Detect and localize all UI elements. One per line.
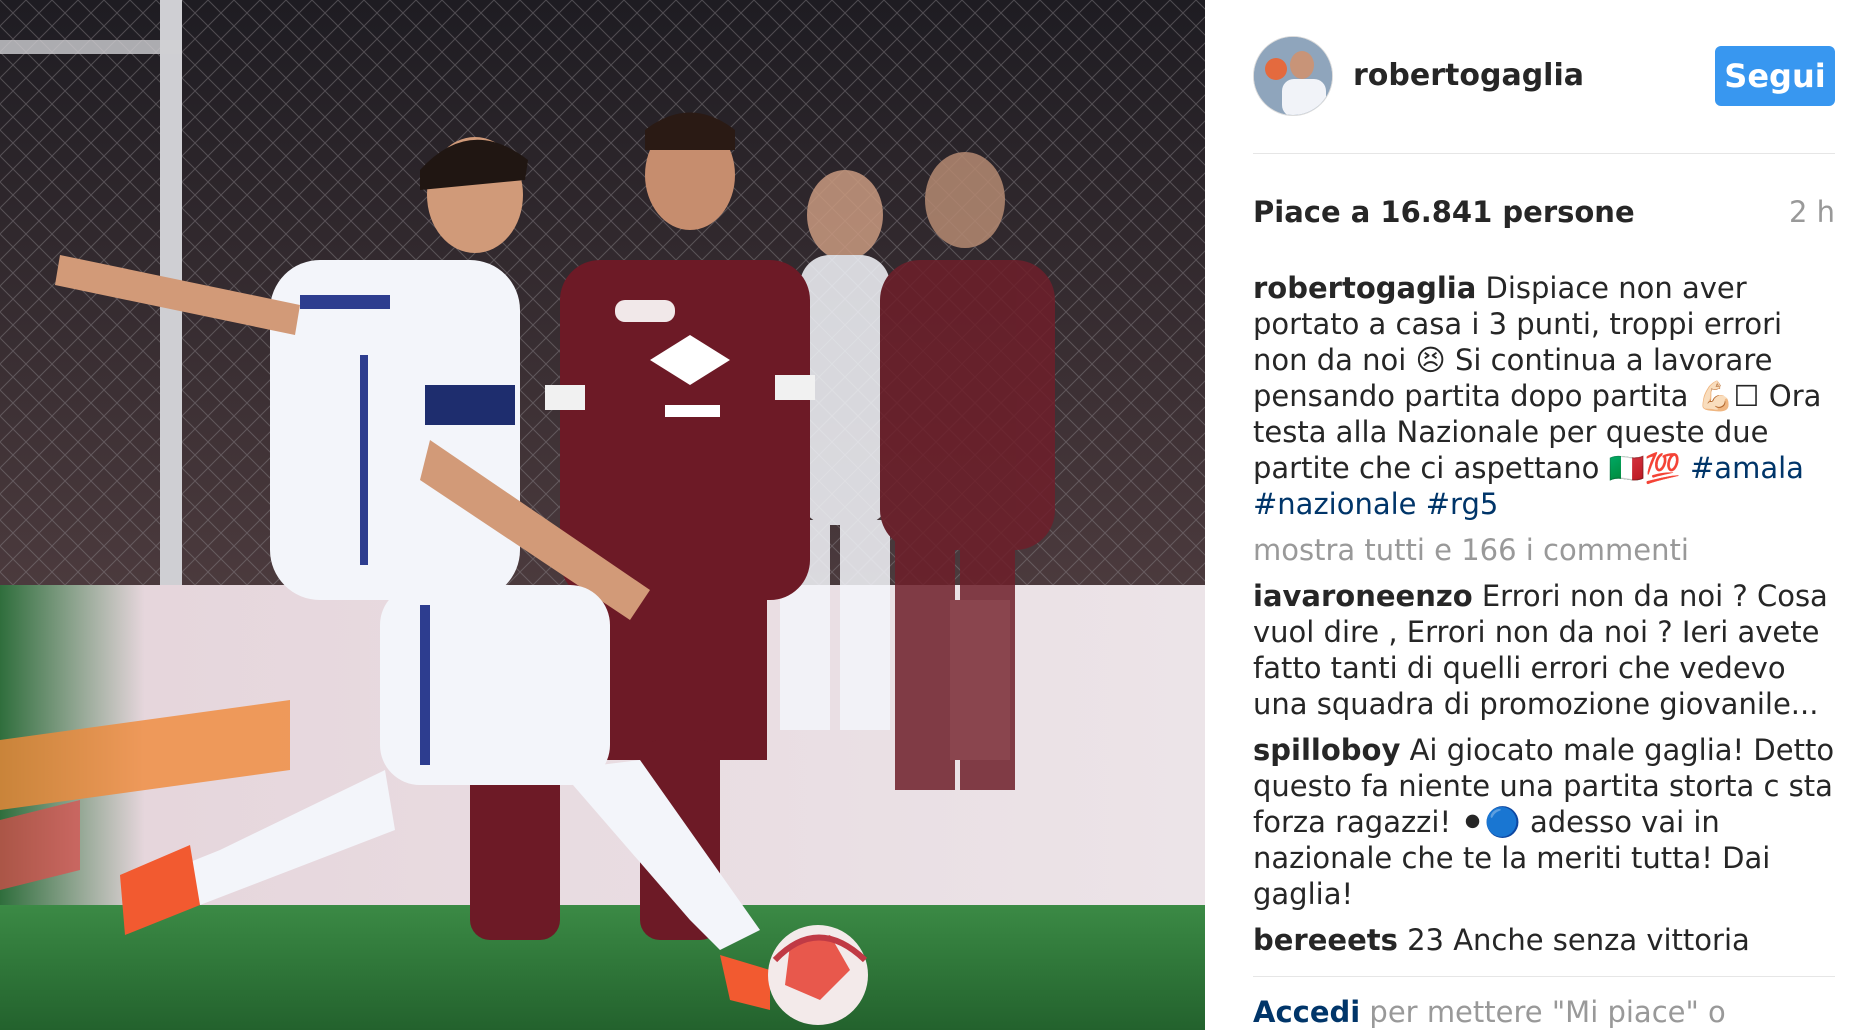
comment-text: 23 Anche senza vittoria	[1407, 923, 1750, 957]
comment-item: spilloboy Ai giocato male gaglia! Detto …	[1253, 732, 1843, 912]
avatar[interactable]	[1253, 36, 1333, 116]
header-divider	[1253, 153, 1835, 154]
login-link[interactable]: Accedi	[1253, 995, 1360, 1029]
sad-face-emoji: 😣	[1415, 343, 1446, 377]
footer-divider	[1253, 976, 1835, 977]
comment-author[interactable]: iavaroneenzo	[1253, 579, 1473, 613]
likes-count[interactable]: Piace a 16.841 persone	[1253, 195, 1635, 229]
post-header: robertogaglia Segui	[1253, 34, 1835, 120]
hashtag-link[interactable]: #amala	[1690, 451, 1804, 485]
hashtag-link[interactable]: #nazionale	[1253, 487, 1417, 521]
avatar-image	[1254, 37, 1332, 115]
flexed-biceps-emoji: 💪🏻	[1697, 379, 1734, 413]
italy-flag-emoji: 🇮🇹💯	[1608, 451, 1681, 485]
post-sidebar: robertogaglia Segui Piace a 16.841 perso…	[1205, 0, 1866, 1030]
comment-item: iavaroneenzo Errori non da noi ? Cosa vu…	[1253, 578, 1843, 722]
empty-box-glyph: ☐	[1733, 379, 1760, 413]
comment-author[interactable]: bereeets	[1253, 923, 1398, 957]
post-author-username[interactable]: robertogaglia	[1353, 58, 1584, 93]
hashtag-link[interactable]: #rg5	[1426, 487, 1499, 521]
likes-row: Piace a 16.841 persone 2 h	[1253, 195, 1835, 235]
comment-item: bereeets 23 Anche senza vittoria	[1253, 922, 1843, 958]
show-all-comments-link[interactable]: mostra tutti e 166 i commenti	[1253, 532, 1843, 568]
post-time[interactable]: 2 h	[1789, 195, 1835, 229]
comment-author[interactable]: spilloboy	[1253, 733, 1400, 767]
login-prompt: Accedi per mettere "Mi piace" o	[1253, 995, 1853, 1029]
post-photo	[0, 0, 1205, 1030]
caption: robertogaglia Dispiace non aver portato …	[1253, 270, 1843, 522]
football-scene-illustration	[0, 0, 1205, 1030]
caption-author[interactable]: robertogaglia	[1253, 271, 1476, 305]
follow-button[interactable]: Segui	[1715, 46, 1835, 106]
comments-list: robertogaglia Dispiace non aver portato …	[1253, 270, 1843, 966]
black-blue-circles-emoji: ⚫🔵	[1460, 805, 1521, 839]
login-prompt-text: per mettere "Mi piace" o	[1360, 995, 1726, 1029]
